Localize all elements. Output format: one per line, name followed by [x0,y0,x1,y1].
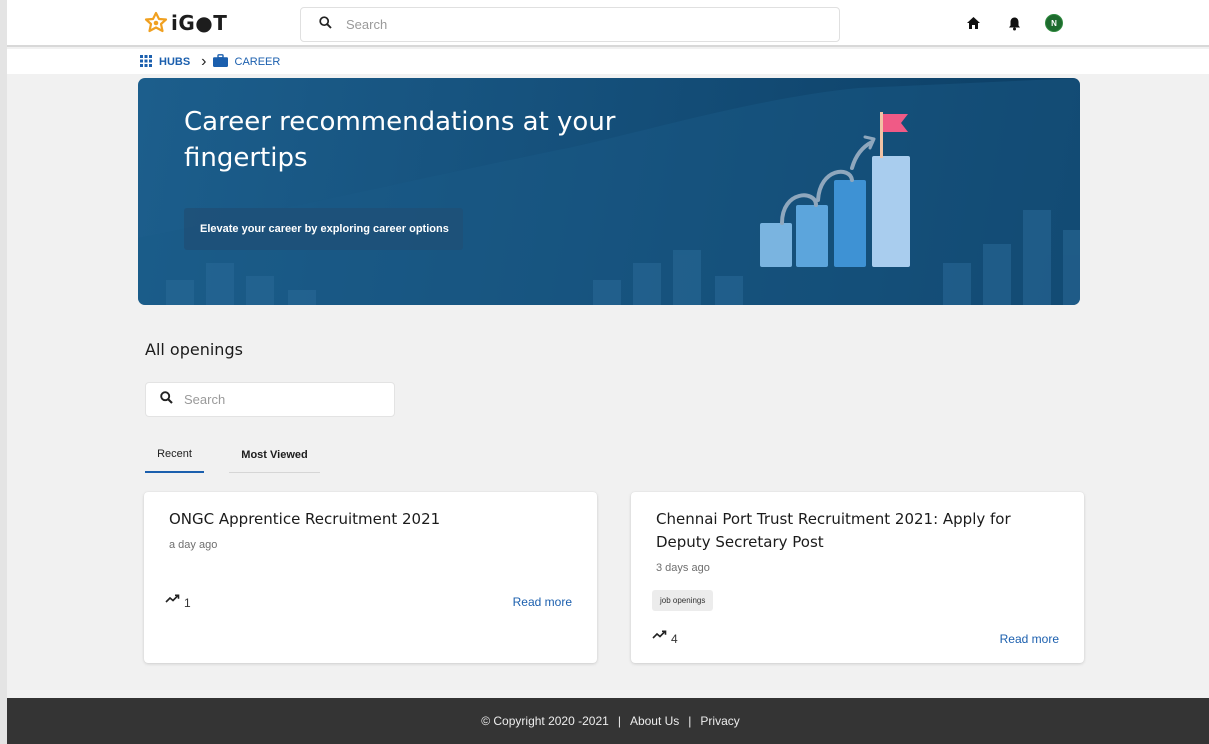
card-timestamp: 3 days ago [656,562,710,574]
trending-up-icon [652,627,668,645]
home-icon[interactable] [962,12,984,34]
about-us-link[interactable]: About Us [630,714,679,728]
breadcrumb-career-label: CAREER [234,56,281,68]
card-timestamp: a day ago [169,539,218,551]
copyright-text: © Copyright 2020 -2021 [481,714,609,728]
breadcrumb-hubs-label: HUBS [159,56,191,68]
header-actions: N [962,12,1063,34]
chevron-right-icon: › [201,53,207,70]
bell-icon[interactable] [1003,12,1025,34]
banner-title: Career recommendations at your fingertip… [184,107,616,173]
openings-search-input[interactable] [184,392,374,407]
search-icon [160,390,173,409]
global-search-input[interactable] [346,17,746,32]
tab-recent[interactable]: Recent [145,437,204,473]
card-title[interactable]: Chennai Port Trust Recruitment 2021: App… [656,508,1061,554]
openings-tabs: Recent Most Viewed [145,437,320,473]
igot-logo-icon [143,11,169,35]
tab-most-viewed[interactable]: Most Viewed [229,437,320,473]
opening-card[interactable]: ONGC Apprentice Recruitment 2021 a day a… [144,492,597,663]
logo-text: iG●T [171,11,228,35]
tag-chip[interactable]: job openings [652,590,714,611]
banner-subtitle: Elevate your career by exploring career … [184,208,463,250]
global-search-bar[interactable] [300,7,840,42]
breadcrumb: HUBS › CAREER [140,54,280,70]
user-avatar[interactable]: N [1045,14,1063,32]
briefcase-icon [212,54,228,70]
views-counter: 4 [652,627,678,645]
breadcrumb-career[interactable]: CAREER [212,54,281,70]
growth-chart-illustration [760,112,910,267]
read-more-link[interactable]: Read more [1000,632,1059,646]
footer: © Copyright 2020 -2021 | About Us | Priv… [7,698,1209,744]
trending-up-icon [165,591,181,609]
breadcrumb-bar: HUBS › CAREER [7,49,1209,74]
window-edge [0,0,7,744]
read-more-link[interactable]: Read more [513,595,572,609]
privacy-link[interactable]: Privacy [700,714,739,728]
footer-content: © Copyright 2020 -2021 | About Us | Priv… [481,714,740,728]
breadcrumb-hubs[interactable]: HUBS [140,54,191,70]
openings-search-bar[interactable] [145,382,395,417]
card-title[interactable]: ONGC Apprentice Recruitment 2021 [169,508,574,531]
search-icon [319,15,332,34]
footer-separator: | [688,714,692,728]
views-counter: 1 [165,591,191,609]
footer-separator: | [617,714,621,728]
section-title: All openings [145,340,243,359]
opening-card[interactable]: Chennai Port Trust Recruitment 2021: App… [631,492,1084,663]
views-count: 1 [184,596,191,610]
apps-grid-icon [140,54,152,70]
igot-logo[interactable]: iG●T [143,10,227,36]
career-banner: Career recommendations at your fingertip… [138,78,1080,305]
views-count: 4 [671,632,678,646]
top-header: iG●T N [7,0,1209,47]
